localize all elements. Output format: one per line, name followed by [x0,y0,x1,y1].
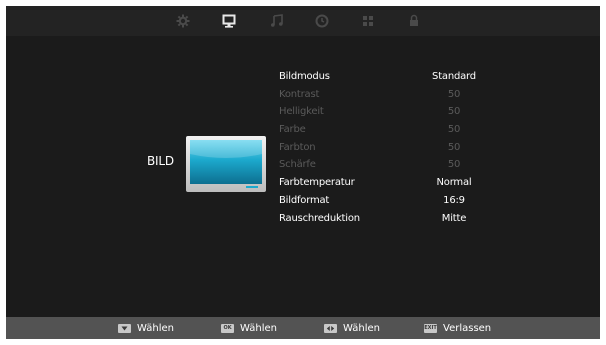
hint-left-right-select: Wählen [324,317,380,339]
grid-icon [363,16,373,26]
setting-row-tint: Farbton 50 [279,139,509,157]
setting-value: Mitte [441,212,467,224]
hint-ok-select: OK Wählen [221,317,277,339]
setting-value: 50 [447,141,461,153]
key-hint-bar: Wählen OK Wählen Wählen EXIT Verlassen [6,317,600,339]
monitor-icon [222,14,236,28]
ok-key-icon: OK [221,323,234,333]
setting-label: Farbe [279,124,306,136]
exit-key-icon: EXIT [424,323,437,333]
setting-row-sharpness: Schärfe 50 [279,156,509,174]
setting-label: Schärfe [279,159,316,171]
setting-row-color: Farbe 50 [279,121,509,139]
hint-label: Wählen [137,322,174,334]
lock-icon [410,14,418,26]
music-note-icon [271,14,283,27]
setting-label: Bildformat [279,194,330,206]
setting-label: Bildmodus [279,71,330,82]
tv-menu-screen: BILD Bildmodus Standard Kontrast 50 Hell… [6,6,600,339]
setting-row-contrast: Kontrast 50 [279,86,509,104]
settings-list: Bildmodus Standard Kontrast 50 Helligkei… [279,68,509,227]
gear-icon [176,14,190,28]
setting-value: Normal [436,177,472,189]
setting-value: 50 [447,159,461,171]
setting-row-noise-reduction[interactable]: Rauschreduktion Mitte [279,210,509,228]
setting-row-picture-mode[interactable]: Bildmodus Standard [279,68,509,86]
tab-picture[interactable] [220,12,238,30]
setting-value: 50 [447,124,461,136]
clock-icon [315,14,329,28]
setting-value: 16:9 [443,194,465,206]
setting-row-brightness: Helligkeit 50 [279,103,509,121]
setting-label: Kontrast [279,88,320,100]
hint-exit: EXIT Verlassen [424,317,491,339]
setting-label: Farbton [279,141,316,153]
tab-lock[interactable] [405,12,423,30]
tab-time[interactable] [313,12,331,30]
setting-value: Standard [432,71,476,82]
section-title: BILD [147,154,174,168]
setting-value: 50 [447,106,461,118]
setting-label: Farbtemperatur [279,177,355,189]
menu-tab-bar [6,6,600,36]
tv-icon [186,136,266,192]
hint-label: Wählen [240,322,277,334]
left-right-key-icon [324,323,337,333]
setting-value: 50 [447,88,461,100]
hint-label: Wählen [343,322,380,334]
hint-down-select: Wählen [118,317,174,339]
setting-label: Helligkeit [279,106,324,118]
hint-label: Verlassen [443,322,492,334]
down-arrow-key-icon [118,323,131,333]
tab-sound[interactable] [268,12,286,30]
tab-settings[interactable] [174,12,192,30]
setting-row-color-temperature[interactable]: Farbtemperatur Normal [279,174,509,192]
setting-label: Rauschreduktion [279,212,360,224]
setting-row-aspect-ratio[interactable]: Bildformat 16:9 [279,192,509,210]
tab-options[interactable] [359,12,377,30]
